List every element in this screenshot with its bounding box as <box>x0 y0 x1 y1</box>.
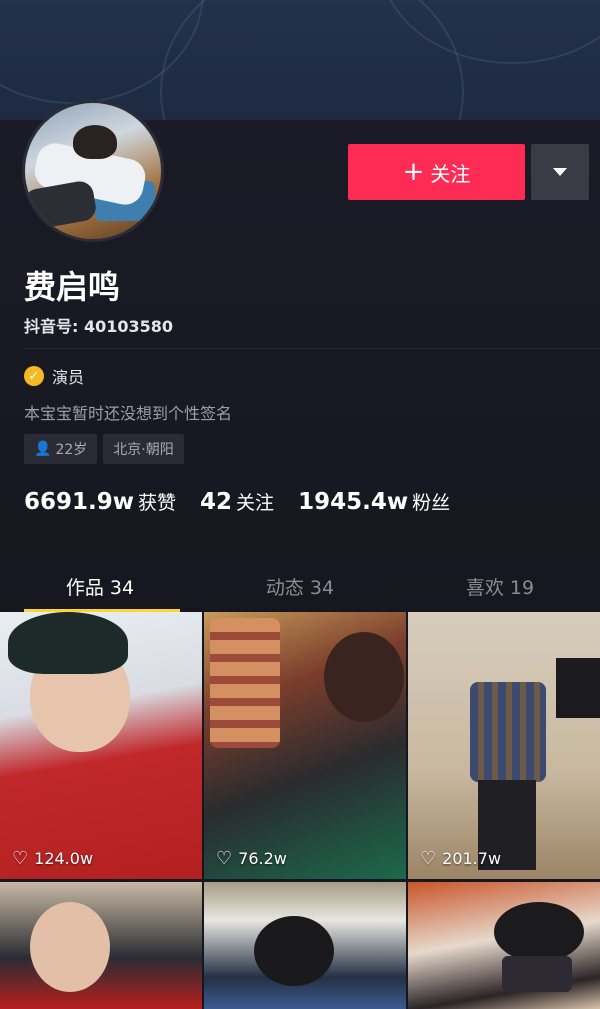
thumb-art <box>210 618 280 748</box>
verified-row: ✓ 演员 <box>24 364 84 388</box>
avatar-art <box>25 179 98 231</box>
stat-label: 关注 <box>236 492 275 514</box>
stat-label: 获赞 <box>138 492 177 514</box>
age-text: 22岁 <box>55 442 88 458</box>
avatar[interactable] <box>22 100 164 242</box>
heart-icon: ♡ <box>420 848 437 869</box>
person-icon: 👤 <box>34 441 52 457</box>
thumb-art <box>502 956 572 992</box>
tab-activity[interactable]: 动态 34 <box>200 560 400 612</box>
like-count-text: 124.0w <box>34 849 94 868</box>
video-thumbnail[interactable]: ♡ 201.7w <box>408 612 600 879</box>
stat-number: 6691.9w <box>24 489 135 515</box>
video-thumbnail[interactable]: ♡ 76.2w <box>204 612 406 879</box>
verified-label: 演员 <box>52 368 85 387</box>
content-tabs: 作品 34 动态 34 喜欢 19 <box>0 560 600 612</box>
follow-button[interactable]: + 关注 <box>348 144 525 200</box>
thumb-art <box>556 658 600 718</box>
plus-icon: + <box>402 157 425 187</box>
video-like-count: ♡ 76.2w <box>216 848 287 869</box>
video-thumbnail[interactable]: ♡ 124.0w <box>0 612 202 879</box>
thumb-art <box>494 902 584 962</box>
location-text: 北京·朝阳 <box>113 442 174 458</box>
profile-name: 费启鸣 <box>24 268 121 306</box>
verified-check-icon: ✓ <box>24 366 44 386</box>
follow-label: 关注 <box>430 161 471 186</box>
followers-stat[interactable]: 1945.4w 粉丝 <box>298 488 450 515</box>
avatar-art <box>73 125 117 159</box>
video-like-count: ♡ 201.7w <box>420 848 501 869</box>
location-tag: 北京·朝阳 <box>103 434 184 464</box>
following-stat[interactable]: 42 关注 <box>200 488 274 515</box>
dropdown-triangle-icon <box>553 168 567 176</box>
douyin-id: 抖音号: 40103580 <box>24 317 174 336</box>
stat-number: 42 <box>200 489 233 515</box>
like-count-text: 76.2w <box>238 849 287 868</box>
heart-icon: ♡ <box>216 848 233 869</box>
thumb-art <box>8 612 128 674</box>
video-thumbnail[interactable] <box>408 882 600 1009</box>
tab-likes[interactable]: 喜欢 19 <box>400 560 600 612</box>
more-options-button[interactable] <box>531 144 589 200</box>
like-count-text: 201.7w <box>442 849 502 868</box>
video-thumbnail[interactable] <box>0 882 202 1009</box>
thumb-art <box>470 682 546 782</box>
tab-works[interactable]: 作品 34 <box>0 560 200 612</box>
stats-row: 6691.9w 获赞 42 关注 1945.4w 粉丝 <box>24 488 474 515</box>
profile-tags: 👤 22岁 北京·朝阳 <box>24 434 184 464</box>
thumb-art <box>254 916 334 986</box>
thumb-art <box>324 632 404 722</box>
divider <box>24 348 600 349</box>
stat-number: 1945.4w <box>298 489 409 515</box>
stat-label: 粉丝 <box>412 492 451 514</box>
video-like-count: ♡ 124.0w <box>12 848 93 869</box>
video-grid: ♡ 124.0w ♡ 76.2w ♡ 201.7w <box>0 612 600 1009</box>
heart-icon: ♡ <box>12 848 29 869</box>
video-thumbnail[interactable] <box>204 882 406 1009</box>
bio: 本宝宝暂时还没想到个性签名 <box>24 404 233 423</box>
likes-stat[interactable]: 6691.9w 获赞 <box>24 488 176 515</box>
thumb-art <box>30 902 110 992</box>
age-tag: 👤 22岁 <box>24 434 98 464</box>
